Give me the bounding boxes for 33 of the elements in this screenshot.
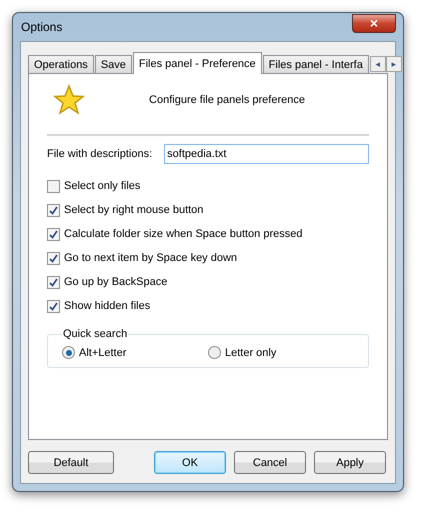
checkbox-label: Go to next item by Space key down: [64, 252, 238, 264]
dialog-button[interactable]: OK: [154, 451, 226, 474]
radio-label: Alt+Letter: [79, 346, 126, 358]
tab[interactable]: Save: [94, 55, 132, 74]
radio-button[interactable]: [62, 346, 75, 359]
dialog-button[interactable]: Apply: [314, 451, 386, 474]
dialog-button[interactable]: Cancel: [234, 451, 306, 474]
page-heading: Configure file panels preference: [148, 94, 306, 106]
tab-scroll-button[interactable]: ◂: [370, 56, 386, 72]
close-button[interactable]: ×: [352, 14, 396, 32]
checkbox-label: Select only files: [64, 180, 140, 192]
tab-scroll-button[interactable]: ▸: [386, 56, 402, 72]
group-title: Quick search: [62, 328, 128, 340]
checkbox[interactable]: [47, 180, 60, 192]
checkbox-label: Calculate folder size when Space button pressed: [64, 228, 302, 240]
checkbox[interactable]: [47, 204, 60, 216]
radio-label: Letter only: [225, 346, 276, 358]
checkbox[interactable]: [47, 228, 60, 240]
input-field[interactable]: softpedia.txt: [164, 144, 369, 164]
radio-button[interactable]: [208, 346, 221, 359]
checkbox-label: Show hidden files: [64, 300, 150, 312]
field-label: File with descriptions:: [47, 148, 152, 160]
checkbox-label: Go up by BackSpace: [64, 276, 168, 288]
tab[interactable]: Files panel - Interfa: [262, 55, 369, 74]
tab[interactable]: Files panel - Preference: [132, 52, 262, 74]
tab[interactable]: Operations: [28, 55, 94, 74]
checkbox-label: Select by right mouse button: [64, 204, 204, 216]
checkbox[interactable]: [47, 300, 60, 312]
dialog-button[interactable]: Default: [28, 451, 114, 474]
checkbox[interactable]: [47, 252, 60, 264]
window-title: Options: [20, 20, 62, 34]
star-icon: [53, 84, 85, 116]
checkbox[interactable]: [47, 276, 60, 288]
